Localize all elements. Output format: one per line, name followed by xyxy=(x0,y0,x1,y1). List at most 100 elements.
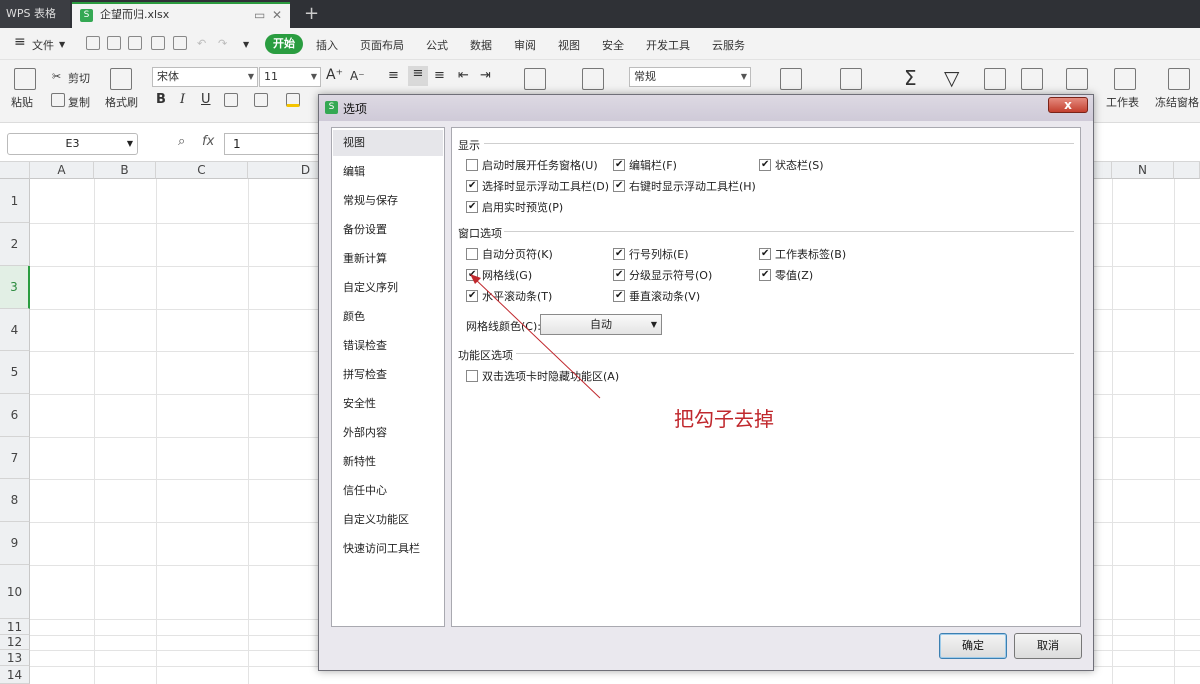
zoom-icon[interactable]: ⌕ xyxy=(178,134,185,149)
cut-button[interactable]: 剪切 xyxy=(68,70,90,86)
tab-formula[interactable]: 公式 xyxy=(426,37,448,53)
undo-icon[interactable]: ↶ xyxy=(197,37,206,50)
indent-increase-icon[interactable]: ⇥ xyxy=(480,68,491,83)
underline-button[interactable]: U xyxy=(201,92,211,107)
app-tab[interactable]: WPS 表格 xyxy=(0,0,70,28)
export-icon[interactable] xyxy=(128,36,142,50)
nav-item-external-content[interactable]: 外部内容 xyxy=(333,420,443,446)
customize-icon[interactable]: ▼ xyxy=(243,40,249,49)
file-menu[interactable]: 文件 xyxy=(32,37,54,53)
ok-button[interactable]: 确定 xyxy=(939,633,1007,659)
filter-icon[interactable]: ▽ xyxy=(944,66,959,90)
cancel-button[interactable]: 取消 xyxy=(1014,633,1082,659)
nav-item-general-save[interactable]: 常规与保存 xyxy=(333,188,443,214)
tab-cloud[interactable]: 云服务 xyxy=(712,37,745,53)
row-header-6[interactable]: 6 xyxy=(0,394,30,437)
tab-developer[interactable]: 开发工具 xyxy=(646,37,690,53)
dialog-title-bar[interactable]: S 选项 x xyxy=(319,95,1093,121)
nav-item-trust-center[interactable]: 信任中心 xyxy=(333,478,443,504)
format-icon[interactable] xyxy=(1021,68,1043,90)
tab-view[interactable]: 视图 xyxy=(558,37,580,53)
freeze-panes-icon[interactable] xyxy=(1168,68,1190,90)
number-format-select[interactable]: 常规 ▼ xyxy=(629,67,751,87)
row-header-14[interactable]: 14 xyxy=(0,666,30,684)
nav-item-new-features[interactable]: 新特性 xyxy=(333,449,443,475)
nav-item-recalc[interactable]: 重新计算 xyxy=(333,246,443,272)
file-tab[interactable]: S 企望而归.xlsx ▭ ✕ xyxy=(72,2,290,28)
column-header-b[interactable]: B xyxy=(94,162,156,179)
table-style-icon[interactable] xyxy=(840,68,862,90)
row-header-3[interactable]: 3 xyxy=(0,266,30,309)
copy-button[interactable]: 复制 xyxy=(68,94,90,110)
rows-columns-icon[interactable] xyxy=(1066,68,1088,90)
border-icon[interactable] xyxy=(224,93,238,107)
nav-item-custom-lists[interactable]: 自定义序列 xyxy=(333,275,443,301)
redo-icon[interactable]: ↷ xyxy=(218,37,227,50)
row-header-11[interactable]: 11 xyxy=(0,619,30,635)
row-header-7[interactable]: 7 xyxy=(0,437,30,479)
conditional-format-icon[interactable] xyxy=(780,68,802,90)
bold-button[interactable]: B xyxy=(156,92,166,107)
scissors-icon[interactable]: ✂ xyxy=(52,70,61,83)
format-painter-icon[interactable] xyxy=(110,68,132,90)
worksheet-button[interactable]: 工作表 xyxy=(1106,94,1139,110)
freeze-panes-button[interactable]: 冻结窗格 xyxy=(1155,94,1199,110)
worksheet-icon[interactable] xyxy=(1114,68,1136,90)
chevron-down-icon[interactable]: ▼ xyxy=(59,40,65,49)
nav-item-color[interactable]: 颜色 xyxy=(333,304,443,330)
format-painter-button[interactable]: 格式刷 xyxy=(105,94,138,110)
column-header-a[interactable]: A xyxy=(30,162,94,179)
row-header-10[interactable]: 10 xyxy=(0,565,30,619)
close-tab-icon[interactable]: ✕ xyxy=(272,4,282,26)
column-header-m[interactable] xyxy=(1094,162,1112,179)
wrap-text-icon[interactable] xyxy=(582,68,604,90)
nav-item-error-check[interactable]: 错误检查 xyxy=(333,333,443,359)
formula-input[interactable]: 1 xyxy=(224,133,324,155)
row-header-9[interactable]: 9 xyxy=(0,522,30,565)
font-select[interactable]: 宋体 ▼ xyxy=(152,67,258,87)
row-header-1[interactable]: 1 xyxy=(0,179,30,223)
row-header-4[interactable]: 4 xyxy=(0,309,30,351)
save-icon[interactable] xyxy=(107,36,121,50)
column-header-n[interactable]: N xyxy=(1112,162,1174,179)
tab-review[interactable]: 审阅 xyxy=(514,37,536,53)
paste-icon[interactable] xyxy=(14,68,36,90)
merge-center-icon[interactable] xyxy=(524,68,546,90)
shrink-font-icon[interactable]: A⁻ xyxy=(350,69,365,83)
sum-icon[interactable]: Σ xyxy=(904,66,917,90)
close-button[interactable]: x xyxy=(1048,97,1088,113)
align-bottom-icon[interactable]: ≡ xyxy=(434,68,445,83)
select-all-corner[interactable] xyxy=(0,162,30,179)
preview-icon[interactable] xyxy=(173,36,187,50)
row-header-2[interactable]: 2 xyxy=(0,223,30,266)
open-icon[interactable] xyxy=(86,36,100,50)
row-header-5[interactable]: 5 xyxy=(0,351,30,394)
nav-item-edit[interactable]: 编辑 xyxy=(333,159,443,185)
tab-start[interactable]: 开始 xyxy=(265,34,303,54)
fx-icon[interactable]: fx xyxy=(202,134,214,149)
align-top-icon[interactable]: ≡ xyxy=(388,68,399,83)
tab-data[interactable]: 数据 xyxy=(470,37,492,53)
nav-item-view[interactable]: 视图 xyxy=(333,130,443,156)
tab-page-layout[interactable]: 页面布局 xyxy=(360,37,404,53)
column-header-c[interactable]: C xyxy=(156,162,248,179)
tab-insert[interactable]: 插入 xyxy=(316,37,338,53)
sort-icon[interactable] xyxy=(984,68,1006,90)
hamburger-icon[interactable]: ≡ xyxy=(14,34,26,50)
nav-item-spell-check[interactable]: 拼写检查 xyxy=(333,362,443,388)
print-icon[interactable] xyxy=(151,36,165,50)
nav-item-security[interactable]: 安全性 xyxy=(333,391,443,417)
row-header-12[interactable]: 12 xyxy=(0,635,30,650)
grow-font-icon[interactable]: A⁺ xyxy=(326,67,343,83)
window-restore-icon[interactable]: ▭ xyxy=(254,4,265,26)
paste-button[interactable]: 粘贴 xyxy=(11,94,33,110)
align-middle-icon[interactable]: ≡ xyxy=(408,66,428,86)
font-color-icon[interactable] xyxy=(286,93,300,107)
indent-decrease-icon[interactable]: ⇤ xyxy=(458,68,469,83)
nav-item-customize-ribbon[interactable]: 自定义功能区 xyxy=(333,507,443,533)
italic-button[interactable]: I xyxy=(180,92,185,107)
fill-color-icon[interactable] xyxy=(254,93,268,107)
name-box[interactable]: E3 ▼ xyxy=(7,133,138,155)
row-header-8[interactable]: 8 xyxy=(0,479,30,522)
nav-item-backup[interactable]: 备份设置 xyxy=(333,217,443,243)
